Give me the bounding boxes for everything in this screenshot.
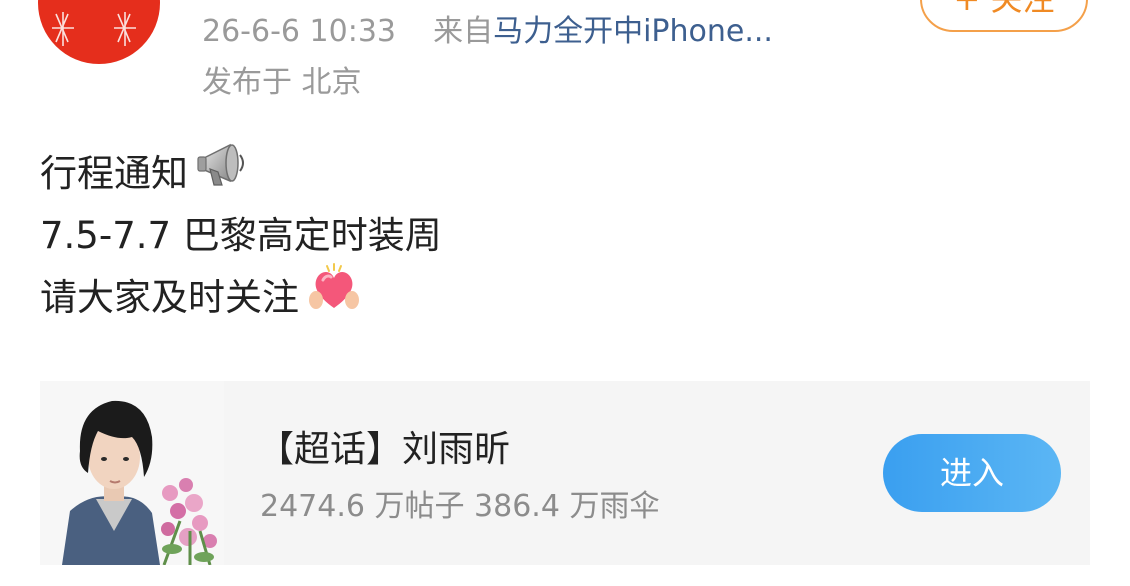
post-time: 26-6-6 10:33 xyxy=(202,14,396,49)
post-line-text: 行程通知 xyxy=(40,152,188,195)
post-line-text: 7.5-7.7 巴黎高定时装周 xyxy=(40,214,442,257)
enter-button[interactable]: 进入 xyxy=(883,434,1061,512)
user-avatar[interactable] xyxy=(38,0,160,64)
post-line: 请大家及时关注 xyxy=(40,262,442,329)
source-link[interactable]: 马力全开中iPhone... xyxy=(493,14,773,49)
super-topic-card[interactable]: 【超话】刘雨昕 2474.6 万帖子 386.4 万雨伞 进入 xyxy=(40,381,1090,565)
post-line: 行程通知 xyxy=(40,143,442,205)
follow-button[interactable]: + 关注 xyxy=(920,0,1088,32)
topic-cover-image xyxy=(40,381,224,565)
post-content: 行程通知 7.5-7.7 巴黎高定时装周 请大家及时关注 xyxy=(40,143,442,329)
topic-stats: 2474.6 万帖子 386.4 万雨伞 xyxy=(260,489,660,524)
post-location: 发布于 北京 xyxy=(202,65,362,100)
avatar-pattern xyxy=(52,12,136,46)
post-line: 7.5-7.7 巴黎高定时装周 xyxy=(40,205,442,267)
source-prefix: 来自 xyxy=(433,14,494,49)
post-meta: 26-6-6 10:33 来自马力全开中iPhone... xyxy=(202,12,773,52)
topic-title: 【超话】刘雨昕 xyxy=(258,429,511,470)
weibo-post: 26-6-6 10:33 来自马力全开中iPhone... 发布于 北京 + 关… xyxy=(0,0,1130,586)
megaphone-icon xyxy=(196,139,252,210)
heart-hands-icon xyxy=(307,262,361,335)
post-line-text: 请大家及时关注 xyxy=(40,276,299,319)
